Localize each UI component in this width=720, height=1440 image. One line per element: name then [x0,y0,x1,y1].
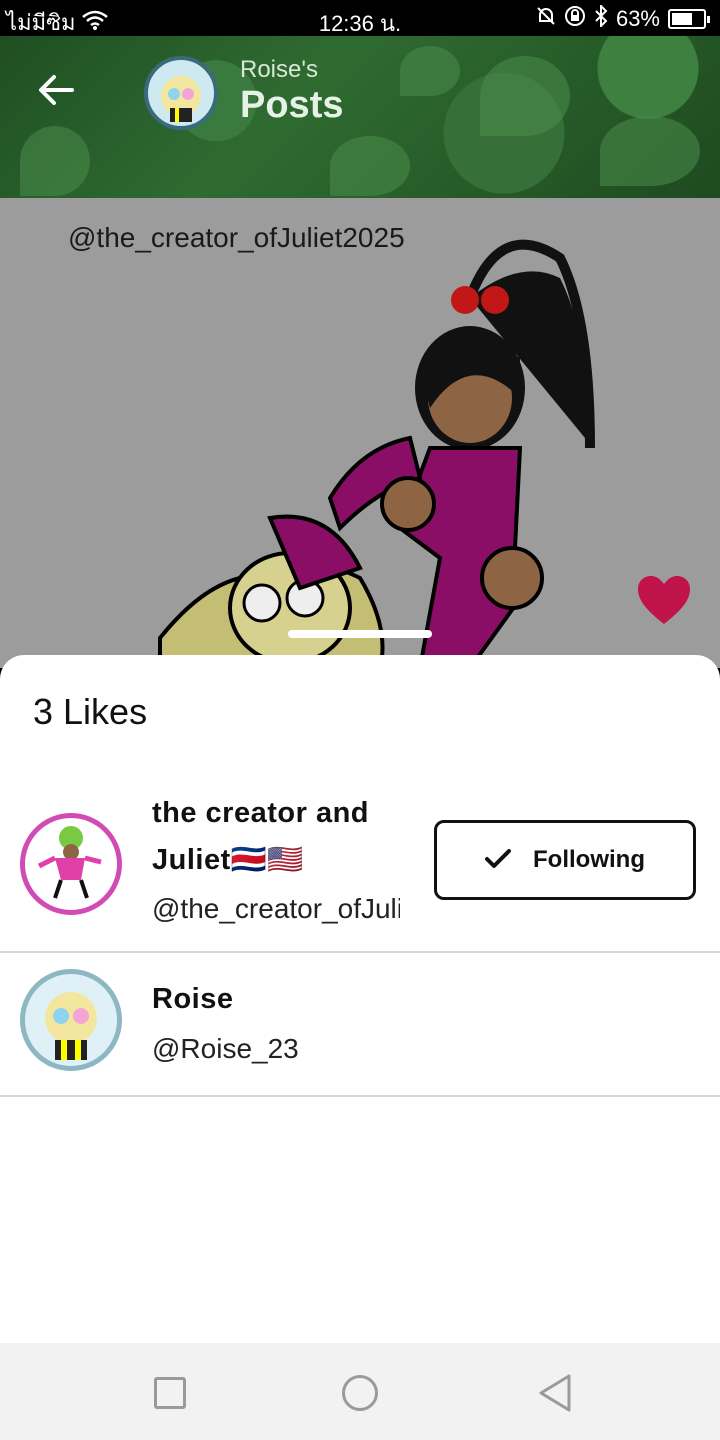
liker-avatar[interactable] [20,969,122,1071]
liker-handle: @the_creator_ofJuliet2025 [152,893,400,924]
back-button[interactable] [32,68,80,116]
liker-name-line2: Juliet🇨🇷🇺🇸 [152,844,304,876]
status-icons: 63% [536,3,710,33]
following-button[interactable]: Following [434,820,696,900]
sheet-drag-handle[interactable] [288,630,432,638]
posts-header: Roise's Posts [0,36,720,198]
arrow-left-icon [38,68,74,115]
status-bar: ไม่มีซิม 12:36 น. 63% [0,0,720,36]
home-button[interactable] [342,1375,378,1411]
system-nav-bar [0,1343,720,1440]
owner-name: Roise's [240,56,318,83]
rotation-lock-icon [564,5,586,33]
battery-icon [668,9,710,29]
post-caption-handle: @the_creator_ofJuliet2025 [68,222,405,253]
following-label: Following [533,846,645,873]
page-title: Posts [240,84,344,126]
post-illustration [158,239,595,668]
liker-handle: @Roise_23 [152,1033,299,1064]
bluetooth-icon [594,3,608,33]
liker-name: Roise [152,983,234,1015]
like-button[interactable] [636,574,696,634]
likes-sheet: 3 Likes the creator and Juliet🇨🇷🇺🇸 @the_… [0,655,720,1343]
liker-avatar[interactable] [20,813,122,915]
triangle-back-icon [539,1374,571,1412]
mute-bell-icon [536,6,556,32]
recents-button[interactable] [154,1377,186,1409]
system-back-button[interactable] [537,1373,573,1412]
owner-avatar[interactable] [144,56,218,130]
likes-title: 3 Likes [33,691,148,732]
liker-name-line1: the creator and [152,797,369,829]
battery-percent: 63% [615,6,660,31]
check-icon [485,844,511,876]
liker-row[interactable]: Roise @Roise_23 [0,953,720,1097]
liker-row[interactable]: the creator and Juliet🇨🇷🇺🇸 @the_creator_… [0,785,720,953]
post-image[interactable]: @the_creator_ofJuliet2025 [0,198,720,668]
